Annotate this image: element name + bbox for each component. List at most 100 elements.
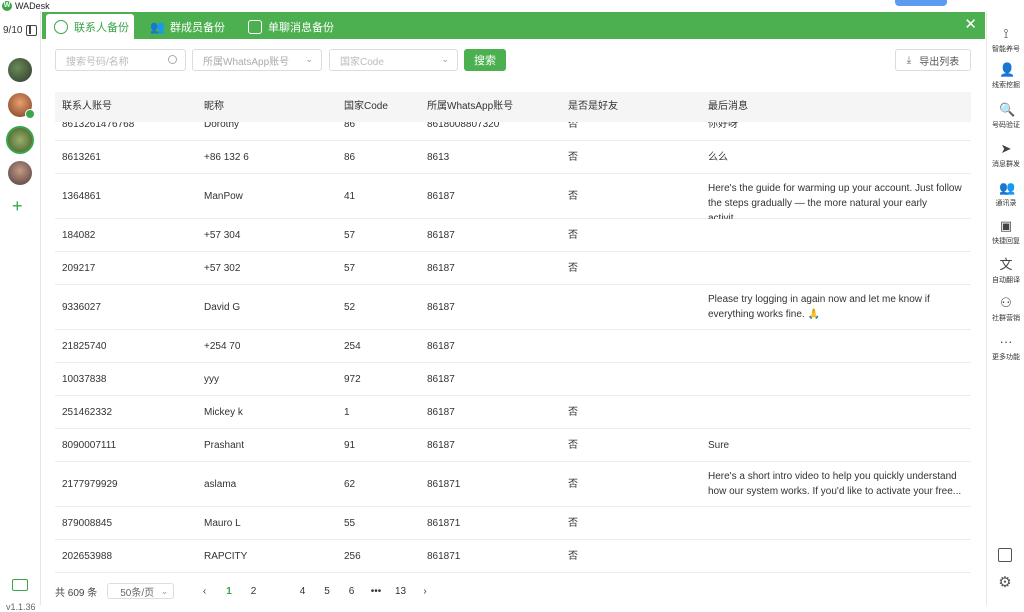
cell-code: 62 <box>344 479 356 490</box>
sidebar-item-label: 快捷回复 <box>992 238 1020 245</box>
column-header-owner-account[interactable]: 所属WhatsApp账号 <box>427 92 513 122</box>
country-code-select[interactable]: 国家Code ⌄ <box>329 49 458 71</box>
page-button[interactable]: 5 <box>315 586 340 597</box>
cell-account: 2177979929 <box>62 479 118 490</box>
store-icon[interactable] <box>998 548 1012 562</box>
cell-nickname: RAPCITY <box>204 551 248 562</box>
table-row[interactable]: 184082 +57 304 57 86187 否 <box>55 219 971 252</box>
cell-account: 209217 <box>62 263 96 274</box>
column-header-country-code[interactable]: 国家Code <box>344 92 388 122</box>
prev-page-button[interactable]: ‹ <box>192 586 217 597</box>
chevron-down-icon: ⌄ <box>305 54 313 64</box>
close-icon[interactable]: ✕ <box>964 16 977 34</box>
table-row[interactable]: 251462332 Mickey k 1 86187 否 <box>55 396 971 429</box>
column-header-last-message[interactable]: 最后消息 <box>708 92 748 122</box>
sidebar-item-community[interactable]: ⚇ 社群营销 <box>987 296 1024 323</box>
cell-code: 55 <box>344 518 356 529</box>
cell-friend: 否 <box>568 440 578 451</box>
sidebar-item-quick-reply[interactable]: ▣ 快捷回复 <box>987 219 1024 246</box>
search-input[interactable]: 搜索号码/名称 <box>55 49 186 71</box>
cell-last: Please try logging in again now and let … <box>708 294 930 320</box>
avatar[interactable] <box>8 161 32 185</box>
cell-account: 184082 <box>62 230 96 241</box>
sidebar-item-label: 通讯录 <box>995 200 1017 207</box>
add-account-button[interactable]: + <box>12 197 23 215</box>
sidebar-item-label: 更多功能 <box>992 354 1020 361</box>
table-row[interactable]: 202653988 RAPCITY 256 861871 否 <box>55 540 971 573</box>
avatar[interactable] <box>8 58 32 82</box>
next-page-button[interactable]: › <box>413 586 438 597</box>
page-ellipsis[interactable]: ••• <box>364 586 389 597</box>
sidebar-item-more[interactable]: ··· 更多功能 <box>987 335 1024 362</box>
table-row[interactable]: 1364861 ManPow 41 86187 否 Here's the guide fo… <box>55 174 971 224</box>
send-icon: ➤ <box>1000 141 1012 156</box>
sidebar-item-label: 自动翻译 <box>992 277 1020 284</box>
cell-friend: 否 <box>568 518 578 529</box>
account-select[interactable]: 所属WhatsApp账号 ⌄ <box>192 49 322 71</box>
contacts-icon: 👥 <box>999 180 1016 195</box>
table-row[interactable]: 10037838 yyy 972 86187 <box>55 363 971 396</box>
export-list-button[interactable]: ⤓ 导出列表 <box>895 49 971 71</box>
cell-code: 57 <box>344 263 356 274</box>
page-button[interactable]: 1 <box>217 586 242 597</box>
title-bar: W WADesk <box>0 0 1024 11</box>
cell-account: 21825740 <box>62 341 107 352</box>
sidebar-item-share-nodes[interactable]: ⟟ 智能养号 <box>987 27 1024 54</box>
cell-code: 91 <box>344 440 356 451</box>
tab-group-members-backup[interactable]: 👥 群成员备份 <box>142 14 232 39</box>
cell-owner: 861871 <box>427 479 461 490</box>
tab-chat-messages-backup[interactable]: 单聊消息备份 <box>240 14 350 39</box>
column-header-account[interactable]: 联系人账号 <box>62 92 112 122</box>
user-circle-icon <box>54 19 68 34</box>
table-row[interactable]: 21825740 +254 70 254 86187 <box>55 330 971 363</box>
cell-nickname: Prashant <box>204 440 245 451</box>
sidebar-item-translate[interactable]: 文自动翻译 <box>987 258 1024 285</box>
cell-owner: 8613 <box>427 152 450 163</box>
sidebar-item-person-search[interactable]: 👤 线索挖掘 <box>987 63 1024 90</box>
sidebar-item-send[interactable]: ➤ 消息群发 <box>987 142 1024 169</box>
cell-last: Sure <box>708 440 730 451</box>
cell-friend: 否 <box>568 479 578 490</box>
page-size-label: 50条/页 <box>120 587 155 599</box>
sidebar-item-label: 智能养号 <box>992 46 1020 53</box>
table-row[interactable]: 2177979929 aslama 62 861871 否 Here's a short … <box>55 462 971 507</box>
cell-code: 86 <box>344 152 356 163</box>
sidebar-item-label: 消息群发 <box>992 161 1020 168</box>
cell-friend: 否 <box>568 551 578 562</box>
online-badge-icon <box>25 109 35 119</box>
cell-owner: 86187 <box>427 407 455 418</box>
column-header-nickname[interactable]: 昵称 <box>204 92 224 122</box>
avatar-selected[interactable] <box>6 126 34 154</box>
page-button[interactable]: 4 <box>290 586 315 597</box>
cell-account: 251462332 <box>62 407 113 418</box>
chevron-down-icon: ⌄ <box>160 586 169 596</box>
sidebar-item-contacts[interactable]: 👥 通讯录 <box>987 181 1024 208</box>
page-button[interactable]: 13 <box>388 586 413 597</box>
table-row[interactable]: 8613261 +86 132 6 86 8613 否 么么 <box>55 141 971 174</box>
page-button[interactable]: 2 <box>241 586 266 597</box>
column-header-is-friend[interactable]: 是否是好友 <box>568 92 618 122</box>
pagination: 共 609 条 50条/页 ⌄ ‹ 1 2 4 5 6 ••• 13 › <box>55 583 437 599</box>
page-button[interactable]: 6 <box>339 586 364 597</box>
cell-friend: 否 <box>568 230 578 241</box>
version-label: v1.1.36 <box>6 602 36 612</box>
sidebar-item-label: 社群营销 <box>992 315 1020 322</box>
table-row[interactable]: 8090007111 Prashant 91 86187 否 Sure <box>55 429 971 462</box>
table-row[interactable]: 879008845 Mauro L 55 861871 否 <box>55 507 971 540</box>
settings-gear-icon[interactable]: ⚙ <box>997 575 1013 591</box>
cell-owner: 86187 <box>427 302 455 313</box>
cell-owner: 86187 <box>427 263 455 274</box>
sidebar-item-magnify-person[interactable]: 🔍 号码验证 <box>987 103 1024 130</box>
monitor-icon[interactable] <box>12 579 28 591</box>
sidebar-item-label: 线索挖掘 <box>992 82 1020 89</box>
contacts-table: 8613261476768 Dorothy 86 8618008807320 否你好呀 8… <box>55 92 971 578</box>
table-row[interactable]: 209217 +57 302 57 86187 否 <box>55 252 971 285</box>
tab-contacts-backup[interactable]: 联系人备份 <box>46 14 134 39</box>
table-row[interactable]: 9336027 David G 52 86187 Please try logging … <box>55 285 971 330</box>
translate-icon: 文 <box>999 257 1013 272</box>
page-size-select[interactable]: 50条/页 ⌄ <box>107 583 175 599</box>
panel-toggle-icon[interactable] <box>26 25 37 36</box>
cell-friend: 否 <box>568 152 578 163</box>
search-button[interactable]: 搜索 <box>464 49 506 71</box>
cell-code: 972 <box>344 374 361 385</box>
